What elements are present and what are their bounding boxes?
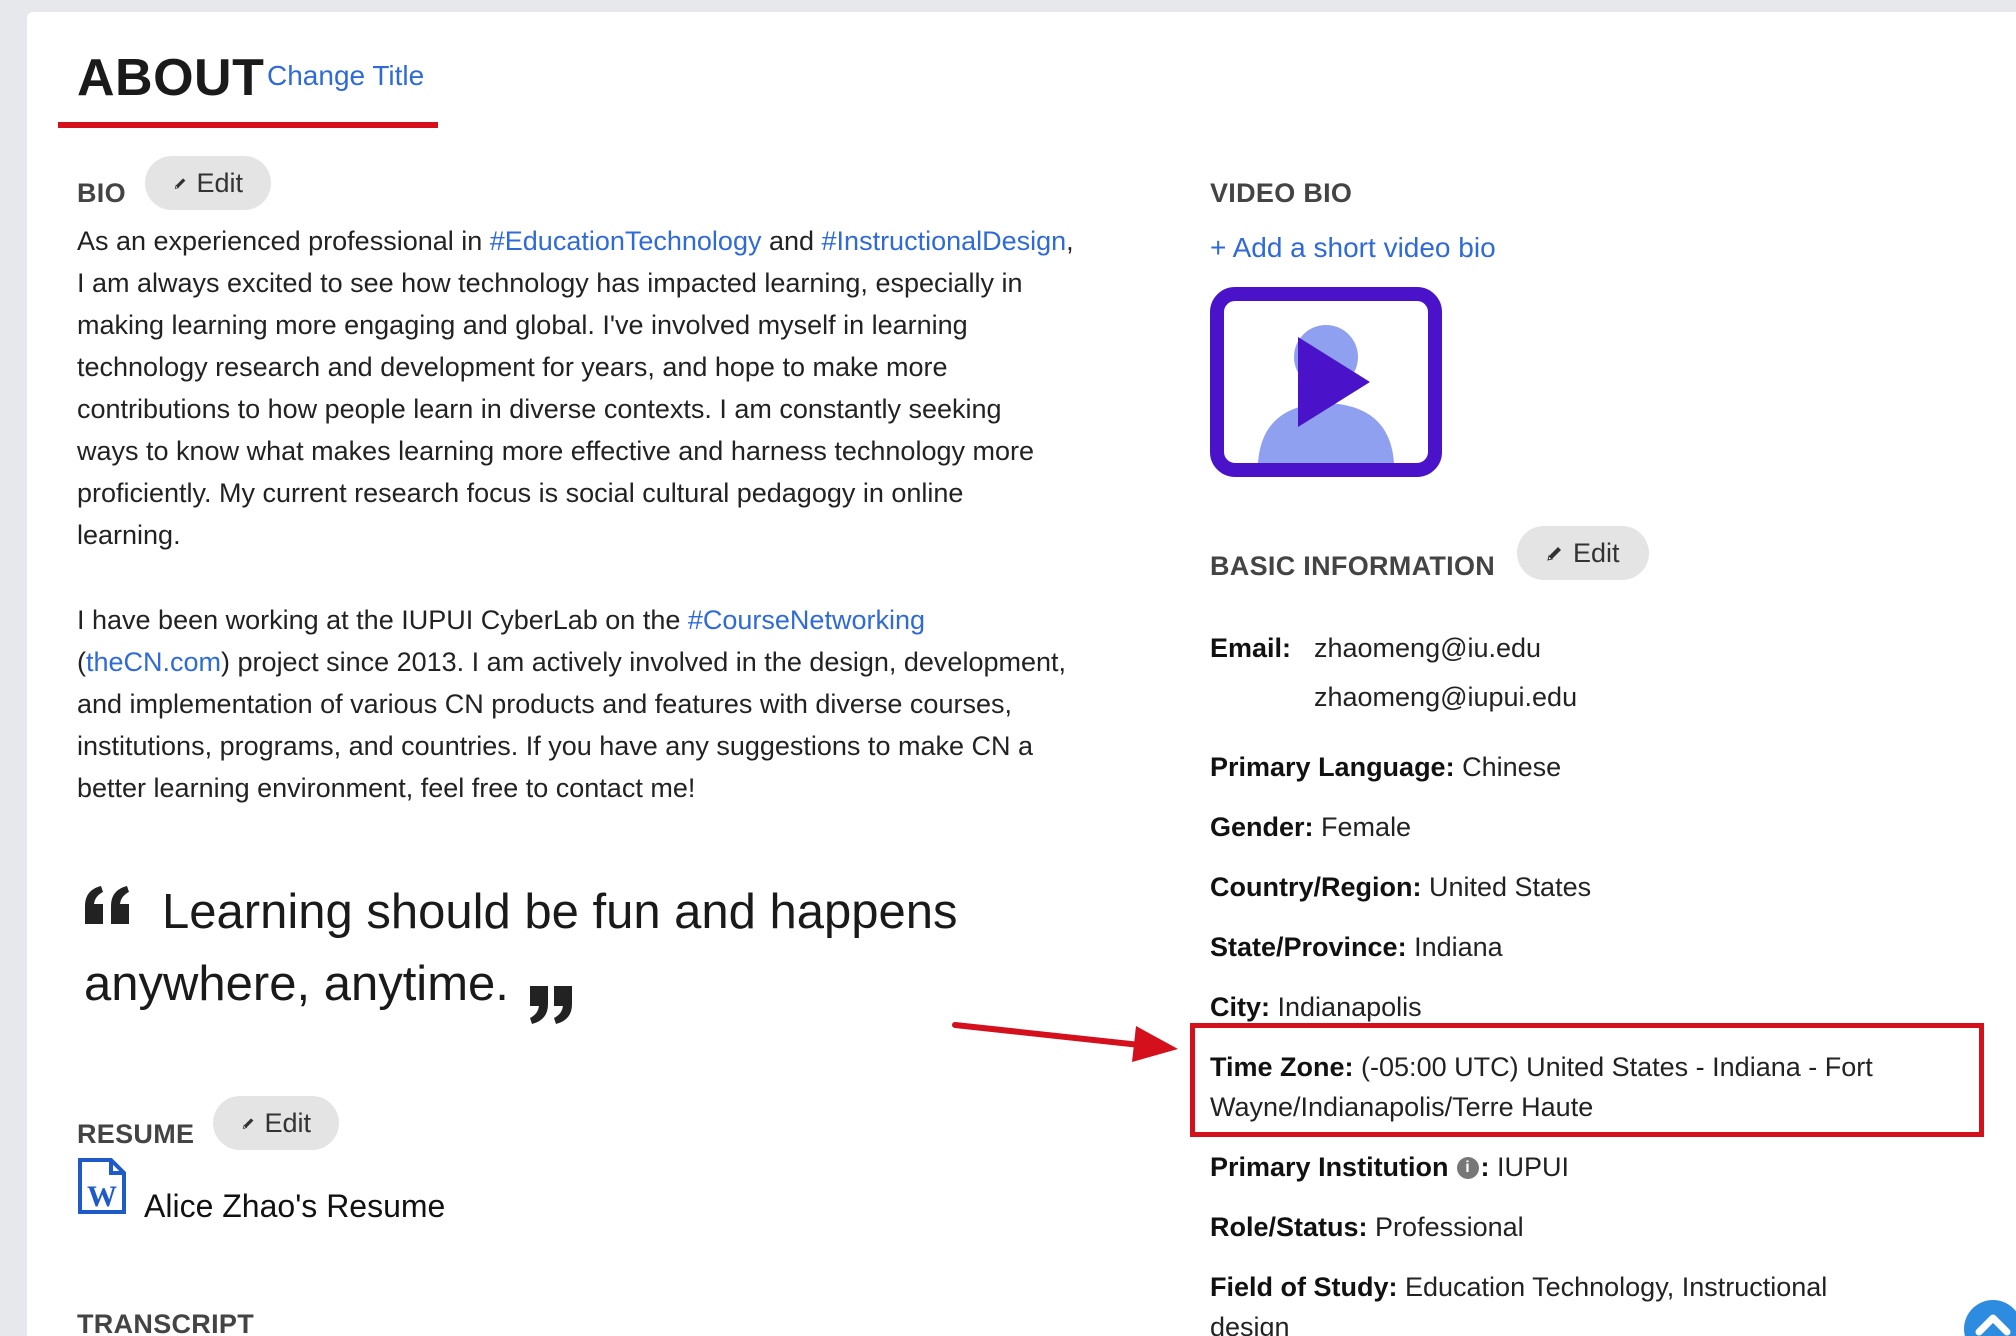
primary-institution-row: Primary Institution i : IUPUI: [1210, 1152, 1570, 1182]
email-value: zhaomeng@iu.edu: [1314, 633, 1542, 663]
website-link[interactable]: theCN.com: [86, 647, 221, 677]
bio-text: ) project since 2013. I am actively invo…: [221, 647, 1067, 677]
bio-line: and implementation of various CN product…: [77, 689, 1012, 719]
bio-line: I am always excited to see how technolog…: [77, 268, 1023, 298]
chevron-up-icon: [1975, 1314, 2011, 1336]
video-play-icon[interactable]: [1210, 287, 1442, 482]
bio-paragraph-2: I have been working at the IUPUI CyberLa…: [77, 599, 1177, 809]
basic-info-edit-button[interactable]: Edit: [1517, 526, 1649, 580]
role-row: Role/Status: Professional: [1210, 1212, 1524, 1242]
bio-line: institutions, programs, and countries. I…: [77, 731, 1033, 761]
word-document-icon[interactable]: W: [77, 1157, 127, 1220]
title-underline: [58, 122, 438, 128]
time-zone-highlight-box: [1190, 1023, 1984, 1137]
primary-language-row: Primary Language: Chinese: [1210, 752, 1562, 782]
resume-label: RESUME: [77, 1119, 195, 1149]
bio-edit-button[interactable]: Edit: [145, 156, 271, 210]
resume-edit-label: Edit: [264, 1107, 311, 1138]
bio-line: ways to know what makes learning more ef…: [77, 436, 1034, 466]
bio-edit-label: Edit: [196, 167, 243, 198]
open-quote-icon: [83, 884, 133, 933]
email-label: Email:: [1210, 633, 1292, 663]
annotation-arrow-icon: [952, 1022, 1178, 1062]
bio-line: technology research and development for …: [77, 352, 948, 382]
city-row: City: Indianapolis: [1210, 992, 1422, 1022]
email-value: zhaomeng@iupui.edu: [1314, 682, 1578, 712]
hashtag-link[interactable]: #EducationTechnology: [490, 226, 762, 256]
quote-line-2: anywhere, anytime.: [84, 957, 509, 1011]
bio-text: As an experienced professional in: [77, 226, 490, 256]
bio-text: (: [77, 647, 86, 677]
quote-line-1: Learning should be fun and happens: [162, 885, 958, 939]
country-row: Country/Region: United States: [1210, 872, 1592, 902]
bio-line: making learning more engaging and global…: [77, 310, 968, 340]
field-of-study-row-cont: design: [1210, 1312, 1290, 1336]
info-icon[interactable]: i: [1456, 1156, 1479, 1179]
bio-text: I have been working at the IUPUI CyberLa…: [77, 605, 688, 635]
bio-line: better learning environment, feel free t…: [77, 773, 696, 803]
change-title-link[interactable]: Change Title: [267, 60, 424, 92]
basic-info-label: BASIC INFORMATION: [1210, 551, 1496, 581]
bio-line: learning.: [77, 520, 181, 550]
resume-file-link[interactable]: Alice Zhao's Resume: [144, 1188, 445, 1225]
resume-edit-button[interactable]: Edit: [213, 1096, 339, 1150]
pencil-icon: [242, 1118, 254, 1129]
scroll-to-top-button[interactable]: [1964, 1300, 2016, 1336]
state-row: State/Province: Indiana: [1210, 932, 1503, 962]
hashtag-link[interactable]: #InstructionalDesign: [822, 226, 1067, 256]
video-bio-label: VIDEO BIO: [1210, 178, 1353, 208]
about-card: ABOUT Change Title BIO Edit As an experi…: [27, 12, 2016, 1336]
hashtag-link[interactable]: #CourseNetworking: [688, 605, 925, 635]
add-video-bio-link[interactable]: + Add a short video bio: [1210, 232, 1496, 264]
page-title: ABOUT: [77, 49, 265, 107]
field-of-study-row: Field of Study: Education Technology, In…: [1210, 1272, 1828, 1302]
gender-row: Gender: Female: [1210, 812, 1412, 842]
transcript-label: TRANSCRIPT: [77, 1309, 254, 1336]
bio-paragraph-1: As an experienced professional in #Educa…: [77, 220, 1177, 556]
svg-text:W: W: [87, 1180, 117, 1213]
pencil-icon: [1547, 547, 1561, 561]
close-quote-icon: [526, 982, 576, 1031]
bio-text: and: [761, 226, 822, 256]
pencil-icon: [174, 178, 186, 189]
basic-info-edit-label: Edit: [1573, 537, 1620, 568]
bio-line: contributions to how people learn in div…: [77, 394, 1002, 424]
bio-line: proficiently. My current research focus …: [77, 478, 964, 508]
bio-label: BIO: [77, 178, 126, 208]
bio-text: ,: [1066, 226, 1074, 256]
